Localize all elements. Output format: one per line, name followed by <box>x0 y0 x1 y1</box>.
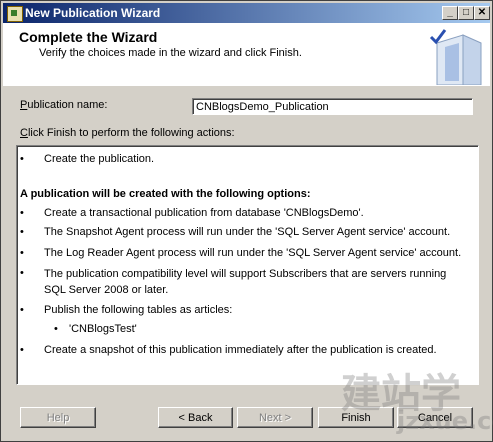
title-bar[interactable]: New Publication Wizard _ □ ✕ <box>3 3 490 23</box>
help-button[interactable]: Help <box>20 407 96 428</box>
wizard-book-icon <box>429 29 482 85</box>
actions-textbox[interactable]: • Create the publication. A publication … <box>16 145 479 385</box>
window-title: New Publication Wizard <box>25 6 161 20</box>
page-title: Complete the Wizard <box>19 29 158 45</box>
close-button[interactable]: ✕ <box>474 6 490 20</box>
next-button[interactable]: Next > <box>237 407 313 428</box>
watermark: 建站学 jzxue.com <box>341 371 493 435</box>
back-button[interactable]: < Back <box>158 407 233 428</box>
publication-name-input[interactable]: CNBlogsDemo_Publication <box>192 98 473 115</box>
publication-name-label: Publication name: <box>20 99 108 111</box>
minimize-button[interactable]: _ <box>442 6 458 20</box>
page-subtitle: Verify the choices made in the wizard an… <box>39 47 302 59</box>
maximize-button[interactable]: □ <box>458 6 474 20</box>
header-divider <box>3 85 490 86</box>
wizard-header: Complete the Wizard Verify the choices m… <box>3 23 490 86</box>
app-icon <box>7 6 23 22</box>
options-heading: A publication will be created with the f… <box>20 188 311 200</box>
actions-label: Click Finish to perform the following ac… <box>20 127 235 139</box>
wizard-window: New Publication Wizard _ □ ✕ Complete th… <box>0 0 493 442</box>
